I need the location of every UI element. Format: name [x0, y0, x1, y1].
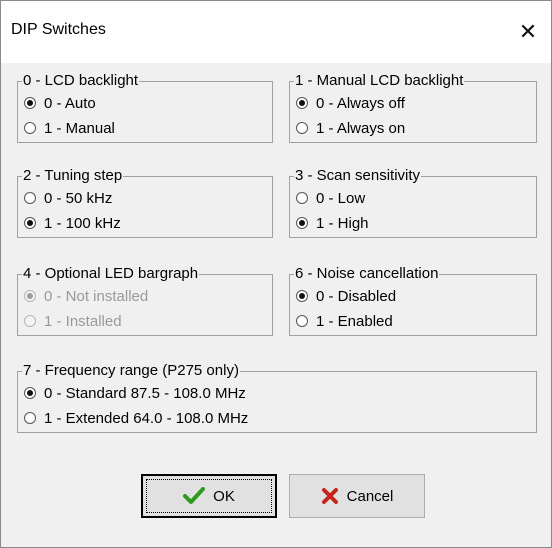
radio-checked-icon [24, 97, 36, 109]
dip-switches-dialog: DIP Switches ✕ 0 - LCD backlight 0 - Aut… [0, 0, 552, 548]
option-label: 1 - Extended 64.0 - 108.0 MHz [44, 409, 249, 427]
radio-unchecked-icon [296, 315, 308, 327]
option-0-50khz[interactable]: 0 - 50 kHz [24, 188, 112, 208]
group-title: 2 - Tuning step [22, 167, 124, 185]
option-label: 1 - Installed [44, 312, 122, 330]
option-label: 0 - Not installed [44, 287, 149, 305]
radio-unchecked-icon [296, 192, 308, 204]
group-lcd-backlight: 0 - LCD backlight 0 - Auto 1 - Manual [17, 72, 273, 143]
group-optional-led-bargraph: 4 - Optional LED bargraph 0 - Not instal… [17, 265, 273, 336]
group-tuning-step: 2 - Tuning step 0 - 50 kHz 1 - 100 kHz [17, 167, 273, 238]
option-1-manual[interactable]: 1 - Manual [24, 118, 115, 138]
radio-checked-icon [296, 97, 308, 109]
radio-checked-icon [296, 290, 308, 302]
option-0-disabled[interactable]: 0 - Disabled [296, 286, 396, 306]
group-title: 7 - Frequency range (P275 only) [22, 362, 240, 380]
radio-unchecked-icon [296, 122, 308, 134]
radio-unchecked-icon [24, 122, 36, 134]
option-label: 0 - Low [316, 189, 366, 207]
cancel-button[interactable]: Cancel [289, 474, 425, 518]
option-label: 0 - Always off [316, 94, 405, 112]
ok-button[interactable]: OK [141, 474, 277, 518]
option-0-low[interactable]: 0 - Low [296, 188, 365, 208]
option-label: 0 - Disabled [316, 287, 397, 305]
option-0-auto[interactable]: 0 - Auto [24, 93, 96, 113]
option-1-extended[interactable]: 1 - Extended 64.0 - 108.0 MHz [24, 408, 248, 428]
radio-checked-icon [296, 217, 308, 229]
group-title: 6 - Noise cancellation [294, 265, 440, 283]
option-label: 1 - 100 kHz [44, 214, 121, 232]
option-1-high[interactable]: 1 - High [296, 213, 369, 233]
window-title: DIP Switches [11, 21, 106, 38]
option-1-enabled[interactable]: 1 - Enabled [296, 311, 393, 331]
option-label: 1 - Manual [44, 119, 115, 137]
option-0-standard[interactable]: 0 - Standard 87.5 - 108.0 MHz [24, 383, 246, 403]
group-title: 4 - Optional LED bargraph [22, 265, 200, 283]
option-0-always-off[interactable]: 0 - Always off [296, 93, 405, 113]
group-manual-lcd-backlight: 1 - Manual LCD backlight 0 - Always off … [289, 72, 537, 143]
cross-icon [321, 487, 339, 505]
radio-checked-icon [24, 387, 36, 399]
radio-checked-icon [24, 290, 36, 302]
radio-unchecked-icon [24, 412, 36, 424]
close-icon[interactable]: ✕ [505, 9, 551, 55]
option-0-not-installed: 0 - Not installed [24, 286, 148, 306]
title-bar: DIP Switches ✕ [1, 1, 551, 63]
group-noise-cancellation: 6 - Noise cancellation 0 - Disabled 1 - … [289, 265, 537, 336]
radio-unchecked-icon [24, 192, 36, 204]
group-frequency-range: 7 - Frequency range (P275 only) 0 - Stan… [17, 362, 537, 433]
option-label: 0 - 50 kHz [44, 189, 113, 207]
group-title: 3 - Scan sensitivity [294, 167, 422, 185]
cancel-label: Cancel [346, 487, 394, 505]
option-label: 0 - Standard 87.5 - 108.0 MHz [44, 384, 246, 402]
group-scan-sensitivity: 3 - Scan sensitivity 0 - Low 1 - High [289, 167, 537, 238]
option-1-always-on[interactable]: 1 - Always on [296, 118, 405, 138]
group-title: 1 - Manual LCD backlight [294, 72, 465, 90]
option-label: 1 - Always on [316, 119, 406, 137]
option-label: 0 - Auto [44, 94, 96, 112]
focus-rect [146, 479, 272, 513]
group-title: 0 - LCD backlight [22, 72, 140, 90]
radio-unchecked-icon [24, 315, 36, 327]
radio-checked-icon [24, 217, 36, 229]
option-1-100khz[interactable]: 1 - 100 kHz [24, 213, 121, 233]
option-1-installed: 1 - Installed [24, 311, 122, 331]
option-label: 1 - Enabled [316, 312, 393, 330]
option-label: 1 - High [316, 214, 369, 232]
